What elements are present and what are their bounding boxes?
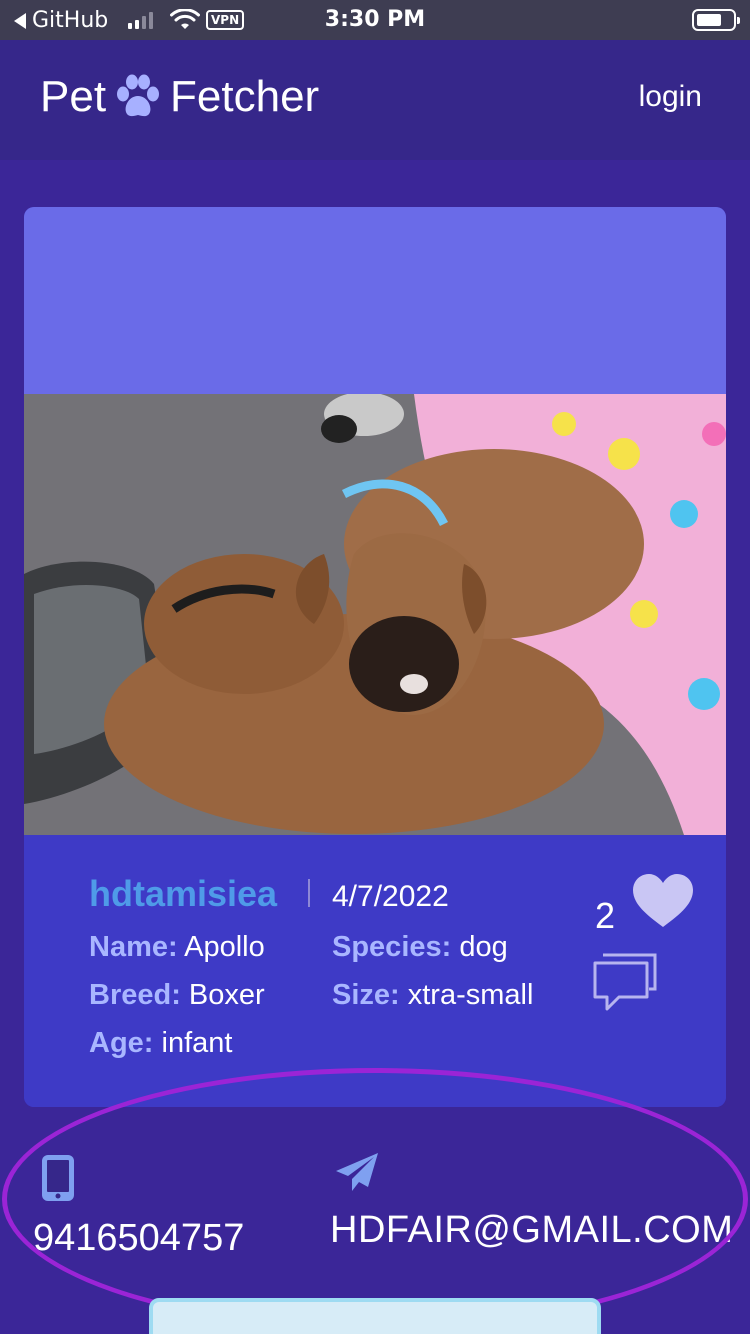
login-link[interactable]: login (639, 80, 702, 114)
pet-post-card: hdtamisiea 4/7/2022 Name: Apollo Species… (24, 207, 726, 1107)
pet-size-field: Size: xtra-small (332, 979, 533, 1012)
logo-text-pet: Pet (40, 72, 107, 121)
status-bar: GitHub VPN 3:30 PM (0, 0, 750, 40)
pet-species-label: Species: (332, 931, 452, 963)
comment-icon[interactable] (593, 953, 657, 1013)
pet-photo[interactable] (24, 394, 726, 835)
app-header: Pet Fetcher login (0, 40, 750, 160)
battery-icon (692, 9, 740, 31)
contact-phone[interactable]: 9416504757 (33, 1217, 244, 1260)
pet-name-value: Apollo (184, 931, 265, 963)
pet-name-label: Name: (89, 931, 178, 963)
pet-breed-label: Breed: (89, 979, 181, 1011)
pet-species-value: dog (459, 931, 508, 963)
card-banner (24, 207, 726, 394)
pet-photo-image (24, 394, 726, 835)
app-logo[interactable]: Pet Fetcher (40, 72, 319, 122)
pet-species-field: Species: dog (332, 931, 508, 964)
paw-icon (117, 74, 160, 117)
contact-email[interactable]: HDFAIR@GMAIL.COM (330, 1209, 733, 1252)
username-date-divider (308, 879, 310, 907)
logo-text-fetcher: Fetcher (170, 72, 320, 121)
heart-icon[interactable] (632, 873, 694, 929)
post-username[interactable]: hdtamisiea (89, 873, 277, 915)
post-date: 4/7/2022 (332, 880, 449, 913)
clock: 3:30 PM (324, 7, 426, 32)
bottom-action-button[interactable] (149, 1298, 601, 1334)
send-icon (336, 1153, 378, 1191)
pet-age-label: Age: (89, 1027, 154, 1059)
pet-age-field: Age: infant (89, 1027, 232, 1060)
pet-age-value: infant (161, 1027, 233, 1059)
phone-icon (42, 1155, 74, 1201)
like-count: 2 (595, 895, 616, 936)
pet-breed-field: Breed: Boxer (89, 979, 265, 1012)
pet-breed-value: Boxer (188, 979, 265, 1011)
pet-size-value: xtra-small (407, 979, 534, 1011)
post-details: hdtamisiea 4/7/2022 Name: Apollo Species… (24, 835, 726, 1107)
pet-size-label: Size: (332, 979, 400, 1011)
pet-name-field: Name: Apollo (89, 931, 265, 964)
